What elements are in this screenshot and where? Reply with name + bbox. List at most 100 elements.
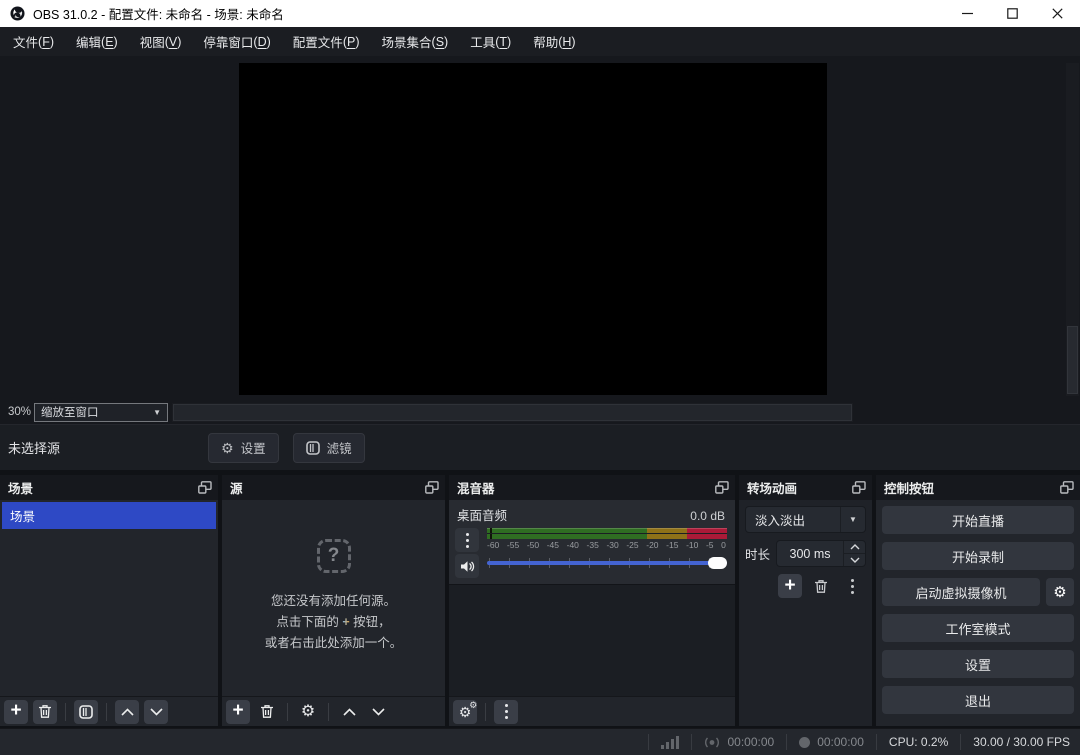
video-preview-canvas[interactable]	[239, 63, 827, 395]
speaker-icon	[460, 560, 475, 573]
no-source-selected-label: 未选择源	[8, 438, 60, 457]
record-timer: 00:00:00	[799, 735, 864, 749]
minimize-button[interactable]	[945, 0, 990, 27]
move-scene-down-button[interactable]	[144, 700, 168, 724]
meter-tick: -5	[706, 540, 714, 550]
add-transition-button[interactable]: +	[778, 574, 802, 598]
preview-horizontal-scrollbar[interactable]	[172, 403, 853, 422]
menu-item-p[interactable]: 配置文件(P)	[282, 27, 371, 56]
meter-tick: 0	[721, 540, 726, 550]
chevron-down-icon	[850, 557, 860, 563]
transition-duration-spinbox[interactable]: 300 ms	[776, 540, 866, 567]
scenes-dock-title: 场景	[8, 478, 33, 497]
scene-filters-button[interactable]	[74, 700, 98, 724]
popout-icon[interactable]	[1060, 481, 1074, 494]
audio-options-kebab-button[interactable]	[455, 528, 479, 552]
preview-zoom-bar: 30% 缩放至窗口 ▼	[0, 400, 1080, 424]
preview-vertical-scrollbar[interactable]	[1066, 63, 1079, 396]
advanced-audio-properties-button[interactable]: ⚙⚙	[453, 700, 477, 724]
chevron-down-icon	[372, 708, 385, 716]
remove-source-button[interactable]	[255, 700, 279, 724]
cpu-usage: CPU: 0.2%	[889, 735, 948, 749]
popout-icon[interactable]	[425, 481, 439, 494]
mixer-options-kebab-button[interactable]	[494, 700, 518, 724]
transition-options-kebab-button[interactable]	[840, 574, 864, 598]
menu-item-s[interactable]: 场景集合(S)	[371, 27, 460, 56]
broadcast-icon	[704, 736, 720, 749]
zoom-mode-value: 缩放至窗口	[41, 404, 99, 420]
duration-value: 300 ms	[777, 541, 843, 566]
gear-icon: ⚙	[1053, 583, 1066, 601]
meter-tick: -55	[507, 540, 519, 550]
meter-tick: -30	[606, 540, 618, 550]
meter-tick: -10	[686, 540, 698, 550]
mute-button[interactable]	[455, 554, 479, 578]
source-properties-toolbar-button[interactable]: ⚙	[296, 700, 320, 724]
mixer-dock-header[interactable]: 混音器	[449, 475, 735, 500]
move-source-up-button[interactable]	[337, 700, 361, 724]
popout-icon[interactable]	[198, 481, 212, 494]
meter-tick: -50	[527, 540, 539, 550]
dock-area: 场景 场景 +	[0, 470, 1080, 728]
trash-icon	[260, 704, 274, 719]
mixer-empty-area	[449, 584, 735, 696]
popout-icon[interactable]	[715, 481, 729, 494]
meter-tick: -45	[547, 540, 559, 550]
chevron-up-icon	[850, 544, 860, 550]
gear-icon: ⚙	[301, 704, 315, 720]
remove-transition-button[interactable]	[809, 574, 833, 598]
scenes-list: 场景	[0, 500, 218, 696]
mixer-toolbar: ⚙⚙	[449, 696, 735, 726]
controls-dock-header[interactable]: 控制按钮	[876, 475, 1080, 500]
studio-mode-button[interactable]: 工作室模式	[882, 614, 1074, 642]
volume-slider[interactable]	[487, 555, 727, 571]
sources-dock-header[interactable]: 源	[222, 475, 445, 500]
desktop-audio-mixer-strip: 桌面音频 0.0 dB -60-55-50-45-40-35-30-25-20-…	[449, 500, 735, 584]
volume-slider-handle[interactable]	[708, 557, 727, 569]
menu-item-t[interactable]: 工具(T)	[459, 27, 522, 56]
source-filters-button[interactable]: 滤镜	[293, 433, 365, 463]
menu-item-e[interactable]: 编辑(E)	[65, 27, 129, 56]
menu-item-v[interactable]: 视图(V)	[129, 27, 193, 56]
source-properties-button[interactable]: ⚙ 设置	[208, 433, 279, 463]
remove-scene-button[interactable]	[33, 700, 57, 724]
chevron-down-icon	[150, 708, 163, 716]
duration-increase-button[interactable]	[844, 541, 865, 553]
chevron-up-icon	[121, 708, 134, 716]
start-streaming-button[interactable]: 开始直播	[882, 506, 1074, 534]
scenes-toolbar: +	[0, 696, 218, 726]
start-virtual-camera-button[interactable]: 启动虚拟摄像机	[882, 578, 1040, 606]
close-button[interactable]	[1035, 0, 1080, 27]
filter-icon	[79, 705, 93, 719]
window-title: OBS 31.0.2 - 配置文件: 未命名 - 场景: 未命名	[33, 4, 284, 23]
meter-tick: -15	[666, 540, 678, 550]
virtual-camera-settings-button[interactable]: ⚙	[1046, 578, 1074, 606]
add-scene-button[interactable]: +	[4, 700, 28, 724]
meter-tick: -35	[587, 540, 599, 550]
add-source-button[interactable]: +	[226, 700, 250, 724]
transitions-dock-header[interactable]: 转场动画	[739, 475, 872, 500]
scene-list-item-selected[interactable]: 场景	[2, 502, 216, 529]
exit-button[interactable]: 退出	[882, 686, 1074, 714]
chevron-down-icon: ▼	[153, 408, 161, 417]
menu-item-f[interactable]: 文件(F)	[2, 27, 65, 56]
scenes-dock-header[interactable]: 场景	[0, 475, 218, 500]
record-icon	[799, 737, 810, 748]
menu-item-d[interactable]: 停靠窗口(D)	[192, 27, 281, 56]
scene-transitions-dock: 转场动画 淡入淡出 ▼ 时长 300 ms	[739, 475, 872, 726]
trash-icon	[38, 704, 52, 719]
settings-button[interactable]: 设置	[882, 650, 1074, 678]
transition-selected-value: 淡入淡出	[746, 510, 805, 529]
signal-bars-icon	[661, 736, 679, 749]
start-recording-button[interactable]: 开始录制	[882, 542, 1074, 570]
move-source-down-button[interactable]	[366, 700, 390, 724]
duration-decrease-button[interactable]	[844, 553, 865, 566]
transitions-dock-title: 转场动画	[747, 478, 797, 497]
zoom-mode-dropdown[interactable]: 缩放至窗口 ▼	[34, 403, 168, 422]
maximize-button[interactable]	[990, 0, 1035, 27]
move-scene-up-button[interactable]	[115, 700, 139, 724]
popout-icon[interactable]	[852, 481, 866, 494]
transition-select[interactable]: 淡入淡出 ▼	[745, 506, 866, 533]
menu-item-h[interactable]: 帮助(H)	[522, 27, 586, 56]
sources-list-empty-area[interactable]: ? 您还没有添加任何源。 点击下面的 + 按钮， 或者右击此处添加一个。	[222, 500, 445, 696]
